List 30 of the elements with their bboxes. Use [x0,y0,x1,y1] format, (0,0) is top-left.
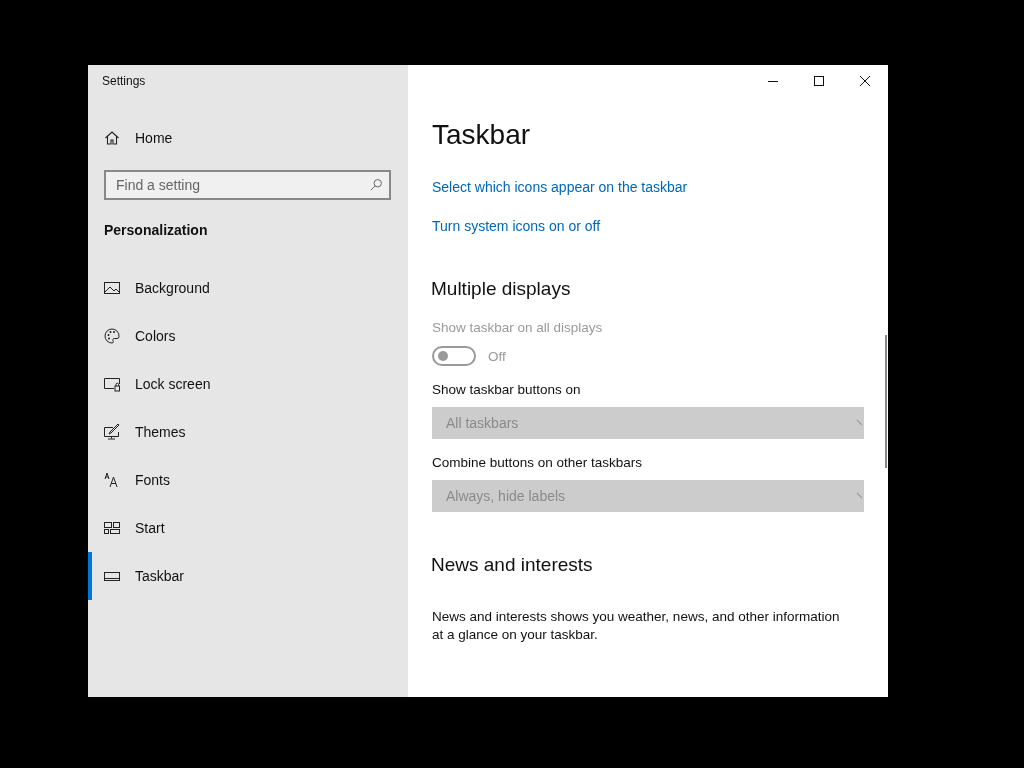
page-title: Taskbar [432,118,531,152]
home-link[interactable]: Home [104,128,173,148]
window-title: Settings [102,73,147,90]
palette-icon [104,328,120,344]
section-heading: Multiple displays [431,277,571,301]
nav-item[interactable]: Taskbar [88,552,408,600]
picture-frame-icon [104,280,120,296]
section-heading: Personalization [104,222,208,238]
nav-item[interactable]: Background [88,264,408,312]
toggle-label: Show taskbar on all displays [432,319,603,337]
dropdown-label: Combine buttons on other taskbars [432,454,643,472]
settings-link[interactable]: Turn system icons on or off [432,218,601,234]
home-icon [104,130,120,146]
nav-item[interactable]: Themes [88,408,408,456]
search-icon [369,178,383,192]
lock-screen-icon [104,376,120,392]
monitor-brush-icon [104,424,120,440]
description-text: News and interests shows you weather, news, and other information at a glance on your taskbar. [432,608,841,644]
nav-item[interactable]: Fonts [88,456,408,504]
nav-item[interactable]: Lock screen [88,360,408,408]
tiles-icon [104,520,120,536]
nav-item[interactable]: Colors [88,312,408,360]
search-field[interactable]: Find a setting [104,170,391,200]
scrollbar[interactable] [885,335,887,468]
fonts-icon [104,472,120,488]
toggle-state: Off [488,348,506,364]
nav-item[interactable]: Start [88,504,408,552]
section-heading: News and interests [431,553,593,577]
dropdown-label: Show taskbar buttons on [432,381,581,399]
settings-link[interactable]: Select which icons appear on the taskbar [432,179,688,195]
